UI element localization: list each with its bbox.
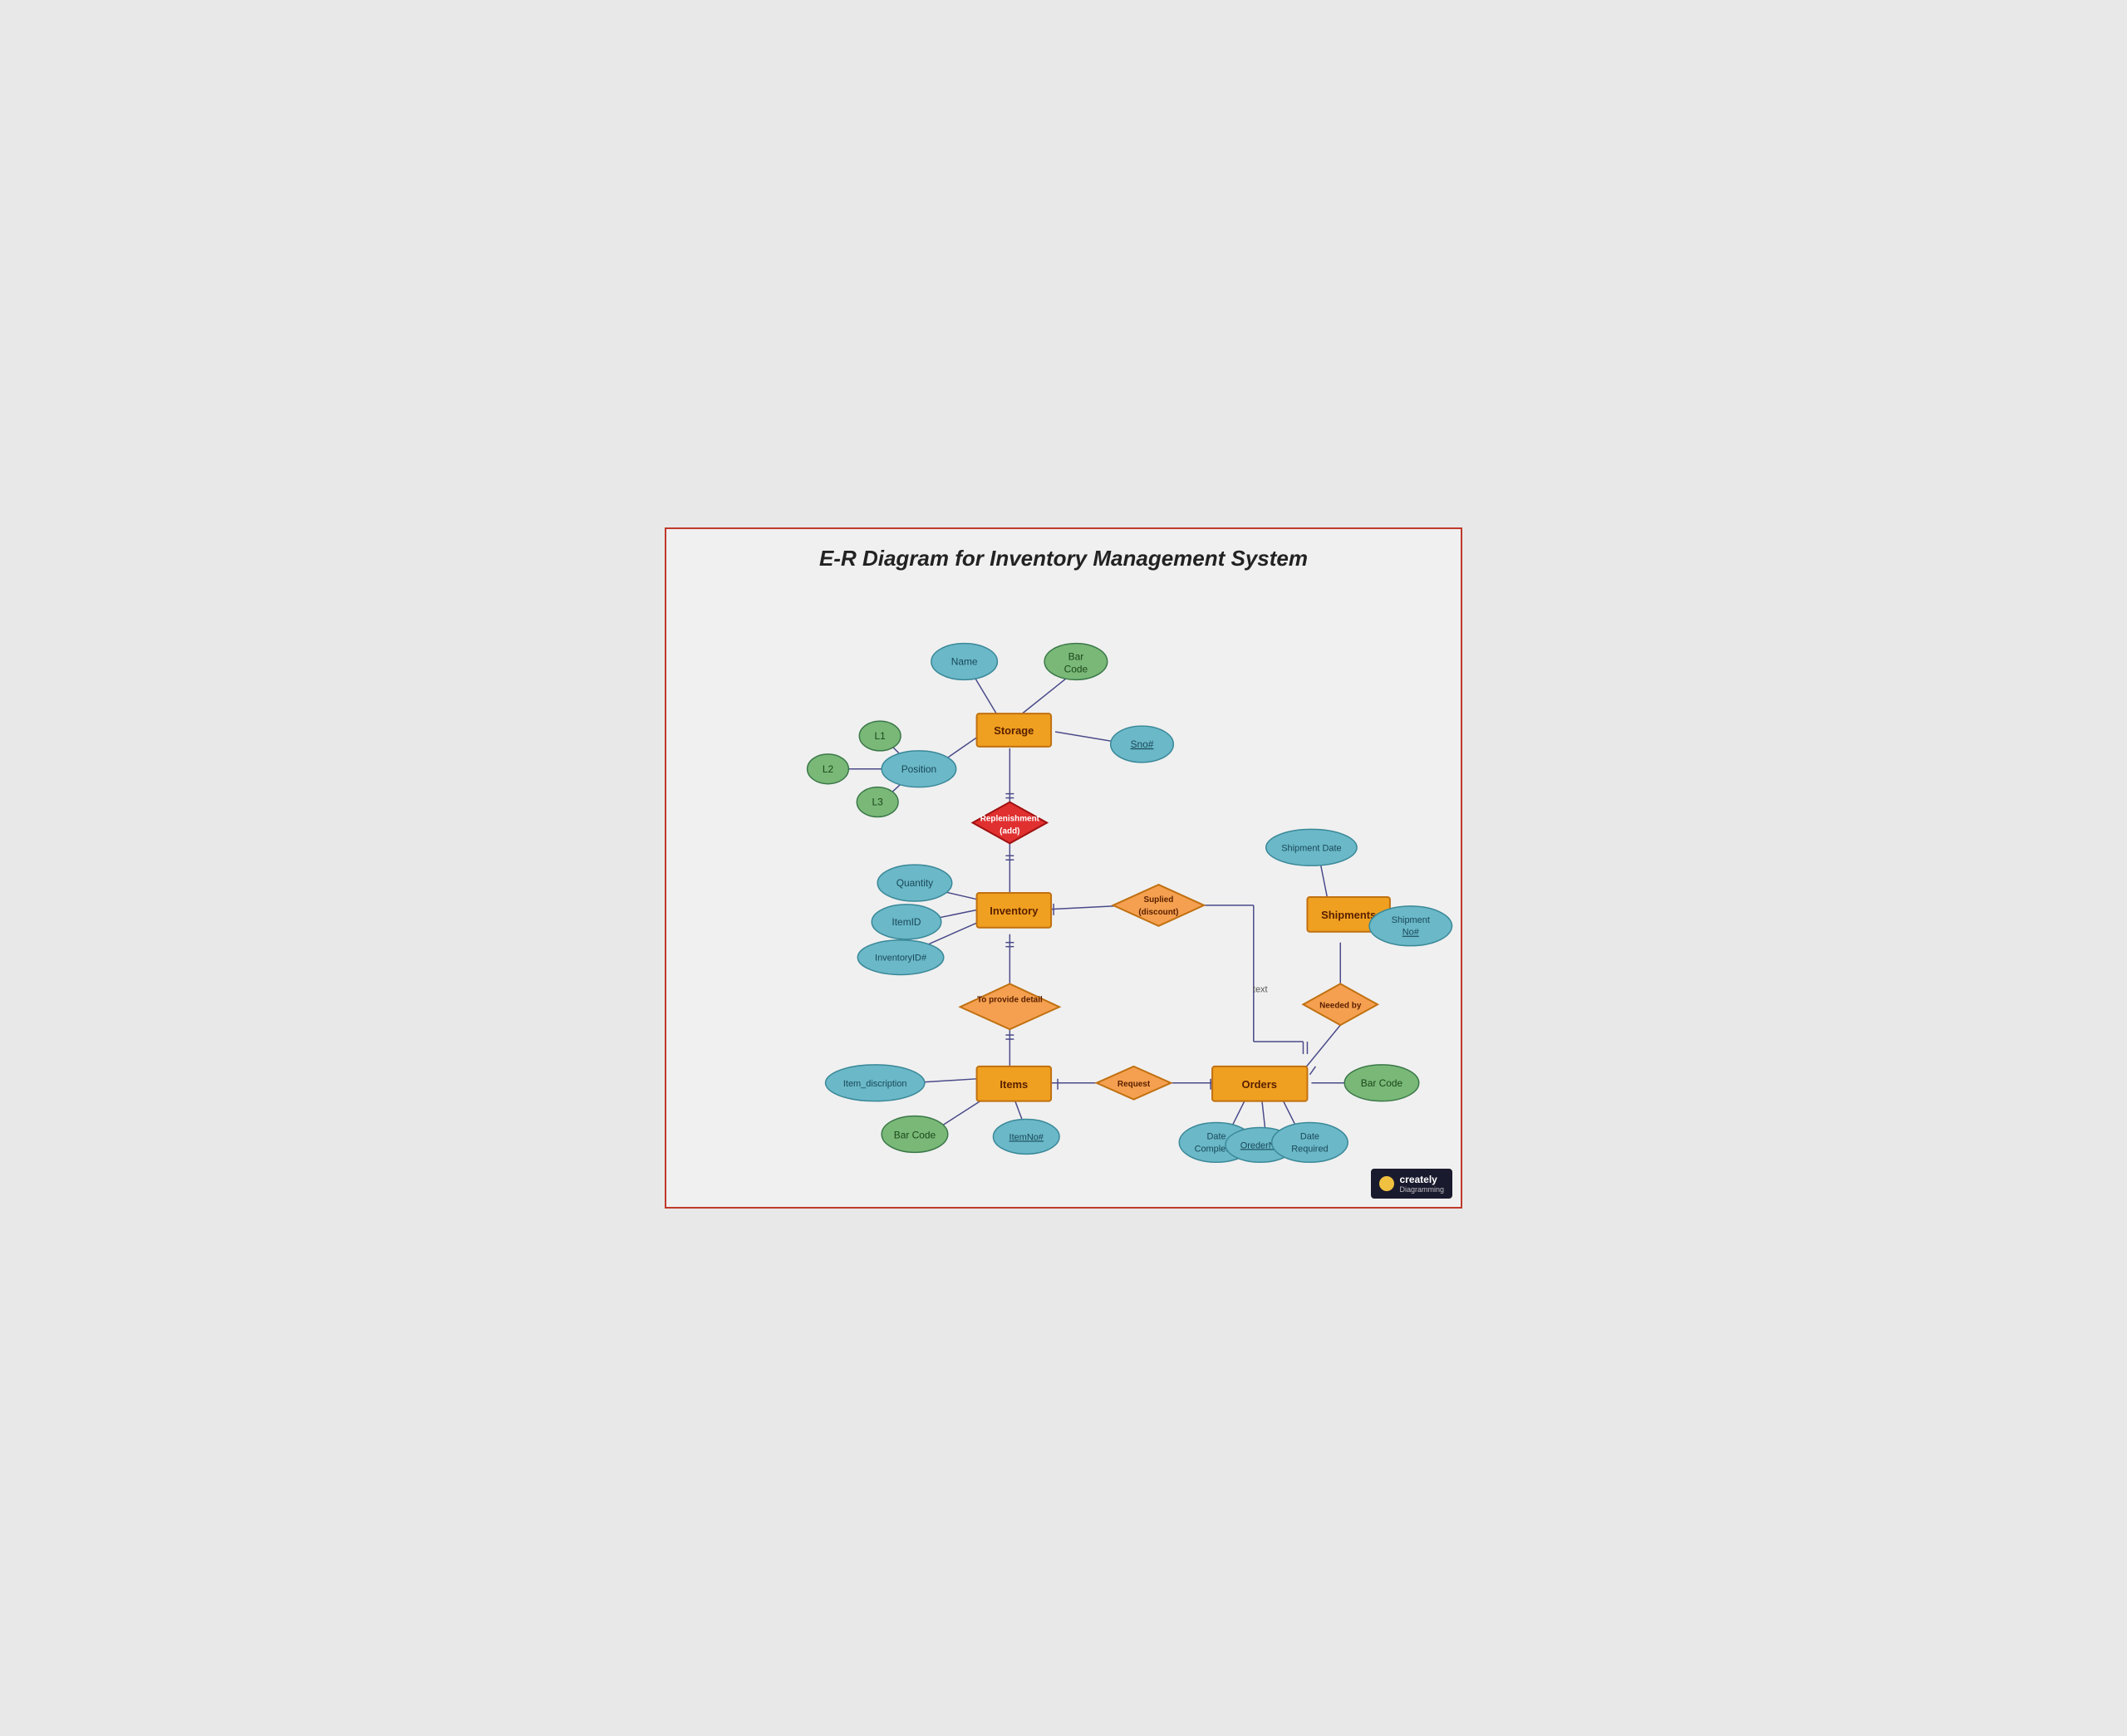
creately-sub: Diagramming — [1399, 1185, 1444, 1194]
bulb-icon — [1379, 1176, 1394, 1191]
l2-attr-label: L2 — [823, 763, 834, 775]
text-label: text — [1253, 984, 1268, 994]
barcode-orders-attr-label: Bar Code — [1361, 1077, 1403, 1089]
itemid-attr-label: ItemID — [892, 916, 921, 928]
shipment-date-attr-label: Shipment Date — [1281, 843, 1341, 853]
sno-attr-label: Sno# — [1131, 738, 1154, 750]
supplied-discount-label: (discount) — [1138, 908, 1178, 917]
replenishment-add-label: (add) — [1000, 826, 1019, 836]
inventoryid-attr-label: InventoryID# — [875, 954, 927, 964]
position-attr-label: Position — [901, 763, 936, 775]
to-provide-label: To provide detail — [977, 995, 1043, 1004]
barcode-items-attr-label: Bar Code — [894, 1129, 936, 1140]
barcode-storage-attr-label2: Code — [1064, 663, 1088, 674]
l1-attr-label: L1 — [875, 730, 887, 742]
storage-label: Storage — [994, 724, 1034, 737]
name-attr-label: Name — [951, 655, 978, 667]
request-label: Request — [1118, 1080, 1151, 1089]
inventory-label: Inventory — [990, 905, 1039, 917]
needed-by-label: Needed by — [1319, 1001, 1362, 1010]
itemno-attr-label: ItemNo# — [1009, 1132, 1044, 1142]
replenishment-label: Replenishment — [980, 814, 1040, 823]
quantity-attr-label: Quantity — [896, 877, 933, 889]
creately-badge: creately Diagramming — [1371, 1169, 1452, 1199]
date-required-attr-label: Date — [1300, 1131, 1319, 1141]
supplied-label: Suplied — [1143, 895, 1173, 905]
date-completed-attr-label: Date — [1206, 1131, 1226, 1141]
shipment-no-attr-label2: No# — [1402, 928, 1420, 938]
barcode-storage-attr-label: Bar — [1068, 650, 1084, 662]
shipment-no-attr-label: Shipment — [1392, 915, 1430, 925]
diagram-container: E-R Diagram for Inventory Management Sys… — [665, 527, 1462, 1209]
items-label: Items — [1000, 1078, 1028, 1091]
orders-label: Orders — [1242, 1078, 1277, 1091]
item-desc-attr-label: Item_discription — [843, 1079, 907, 1089]
date-required-attr-label2: Required — [1291, 1144, 1328, 1154]
shipments-label: Shipments — [1321, 909, 1376, 921]
creately-brand: creately — [1399, 1174, 1444, 1185]
diagram-title: E-R Diagram for Inventory Management Sys… — [683, 546, 1444, 571]
l3-attr-label: L3 — [872, 797, 884, 808]
